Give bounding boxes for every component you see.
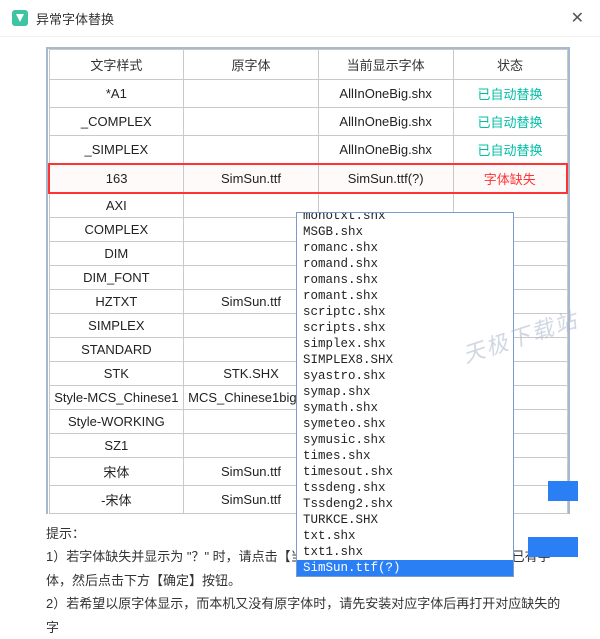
cell-style: *A1 [49,80,184,108]
table-row[interactable]: 163SimSun.ttfSimSun.ttf(?)字体缺失 [49,164,567,193]
cell-status: 字体缺失 [453,164,567,193]
cell-style: STANDARD [49,338,184,362]
dropdown-option[interactable]: scripts.shx [297,320,513,336]
dropdown-option[interactable]: times.shx [297,448,513,464]
hints-line2: 2）若希望以原字体显示，而本机又没有原字体时，请先安装对应字体后再打开对应缺失的… [46,592,570,639]
dropdown-option[interactable]: tssdeng.shx [297,480,513,496]
dropdown-option[interactable]: timesout.shx [297,464,513,480]
cell-style: _COMPLEX [49,108,184,136]
button-fragment-b[interactable] [528,537,578,557]
button-fragment-a[interactable] [548,481,578,501]
dropdown-option[interactable]: symath.shx [297,400,513,416]
dropdown-option[interactable]: symap.shx [297,384,513,400]
dropdown-option[interactable]: scriptc.shx [297,304,513,320]
cell-orig [184,80,319,108]
table-row[interactable]: _COMPLEX AllInOneBig.shx已自动替换 [49,108,567,136]
dropdown-option[interactable]: TURKCE.SHX [297,512,513,528]
cell-orig [184,108,319,136]
titlebar: 异常字体替换 ✕ [0,0,600,37]
window-title: 异常字体替换 [36,9,567,28]
cell-orig: SimSun.ttf [184,164,319,193]
table-row[interactable]: *A1 AllInOneBig.shx已自动替换 [49,80,567,108]
dropdown-option[interactable]: romans.shx [297,272,513,288]
cell-status: 已自动替换 [453,80,567,108]
cell-style: Style-MCS_Chinese1 [49,386,184,410]
cell-status: 已自动替换 [453,136,567,165]
cell-style: SIMPLEX [49,314,184,338]
cell-style: DIM [49,242,184,266]
table-row[interactable]: _SIMPLEX AllInOneBig.shx已自动替换 [49,136,567,165]
font-dropdown[interactable]: isoct.shxisoct2.shxisoct3.shxitalic.shxi… [296,212,514,577]
cell-style: COMPLEX [49,218,184,242]
dropdown-option[interactable]: simplex.shx [297,336,513,352]
dropdown-option[interactable]: romant.shx [297,288,513,304]
dropdown-option[interactable]: symeteo.shx [297,416,513,432]
cell-style: Style-WORKING [49,410,184,434]
cell-current[interactable]: AllInOneBig.shx [318,108,453,136]
dropdown-option[interactable]: romand.shx [297,256,513,272]
close-icon[interactable]: ✕ [567,8,588,28]
dropdown-option[interactable]: txt1.shx [297,544,513,560]
cell-style: DIM_FONT [49,266,184,290]
dropdown-option[interactable]: romanc.shx [297,240,513,256]
dropdown-option[interactable]: symusic.shx [297,432,513,448]
dropdown-option[interactable]: monotxt.shx [297,212,513,224]
dropdown-option[interactable]: Tssdeng2.shx [297,496,513,512]
cell-current[interactable]: AllInOneBig.shx [318,80,453,108]
cell-style: SZ1 [49,434,184,458]
cell-current[interactable]: SimSun.ttf(?) [318,164,453,193]
app-icon [12,10,28,26]
table-header-row: 文字样式 原字体 当前显示字体 状态 [49,50,567,80]
cell-orig [184,136,319,165]
cell-style: _SIMPLEX [49,136,184,165]
col-current: 当前显示字体 [318,50,453,80]
cell-style: 163 [49,164,184,193]
col-orig: 原字体 [184,50,319,80]
col-status: 状态 [453,50,567,80]
dropdown-option[interactable]: SimSun.ttf(?) [297,560,513,576]
cell-current[interactable]: AllInOneBig.shx [318,136,453,165]
cell-style: STK [49,362,184,386]
dropdown-option[interactable]: MSGB.shx [297,224,513,240]
cell-style: 宋体 [49,458,184,486]
dropdown-option[interactable]: txt.shx [297,528,513,544]
cell-status: 已自动替换 [453,108,567,136]
dropdown-option[interactable]: SIMPLEX8.SHX [297,352,513,368]
cell-style: HZTXT [49,290,184,314]
dropdown-option[interactable]: syastro.shx [297,368,513,384]
cell-style: AXI [49,193,184,218]
col-style: 文字样式 [49,50,184,80]
cell-style: -宋体 [49,486,184,514]
